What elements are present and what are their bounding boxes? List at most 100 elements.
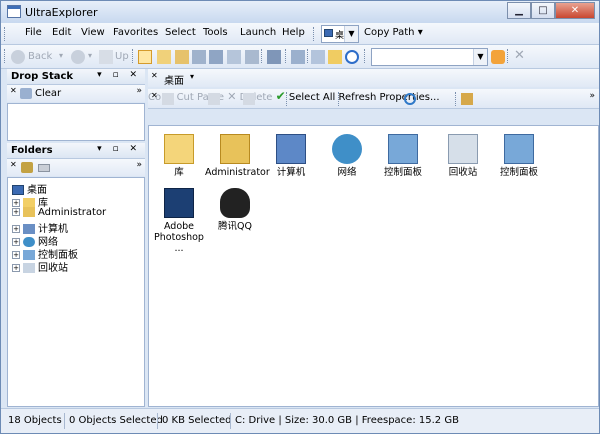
select-all-button[interactable]: Select All bbox=[289, 92, 335, 103]
file-item[interactable]: 网络 bbox=[317, 134, 377, 178]
open-folder-icon[interactable] bbox=[328, 50, 342, 64]
toolbar-overflow-icon[interactable]: » bbox=[136, 160, 142, 170]
file-item[interactable]: 控制面板 bbox=[489, 134, 549, 178]
folders-panel: Folders ▾ ▫ ✕ ✕ » 桌面 + 库 + Administrator +… bbox=[7, 143, 145, 407]
control-panel-icon bbox=[388, 134, 418, 164]
filmstrip-view-icon[interactable] bbox=[245, 50, 259, 64]
drive-icon[interactable] bbox=[38, 164, 50, 172]
file-item[interactable]: Adobe Photoshop ... bbox=[149, 188, 209, 254]
close-button[interactable]: ✕ bbox=[555, 2, 595, 19]
toolbar-close-icon[interactable]: ✕ bbox=[151, 71, 158, 80]
status-size-selected: 0 KB Selected bbox=[162, 415, 232, 426]
folder-tree-icon[interactable] bbox=[21, 162, 33, 173]
status-drive: C: Drive | Size: 30.0 GB | Freespace: 15… bbox=[235, 415, 459, 426]
list-view-icon[interactable] bbox=[175, 50, 189, 64]
folders-pane-icon[interactable] bbox=[291, 50, 305, 64]
tree-item[interactable]: + Administrator bbox=[12, 207, 106, 220]
expand-icon[interactable]: + bbox=[12, 225, 20, 233]
library-icon bbox=[164, 134, 194, 164]
delete-icon: ✕ bbox=[227, 90, 237, 103]
address-combo[interactable]: ▼ bbox=[371, 48, 488, 66]
refresh-button[interactable]: Refresh bbox=[339, 92, 377, 103]
desktop-icon bbox=[324, 29, 333, 37]
toolbar-close-icon[interactable]: ✕ bbox=[10, 86, 17, 95]
chevron-down-icon[interactable]: ▼ bbox=[344, 26, 358, 42]
action-toolbar: ✕ Copy Cut Paste ✕ Delete ✔ Select All R… bbox=[148, 89, 599, 109]
user-folder-icon bbox=[220, 134, 250, 164]
chevron-down-icon[interactable]: ▼ bbox=[473, 49, 487, 65]
grip-icon bbox=[286, 92, 289, 106]
grip-icon bbox=[507, 49, 510, 63]
breadcrumb-location[interactable]: 桌面 bbox=[164, 72, 184, 87]
menu-tools[interactable]: Tools bbox=[203, 27, 228, 38]
menu-view[interactable]: View bbox=[81, 27, 105, 38]
title-bar[interactable]: UltraExplorer ▁ □ ✕ bbox=[1, 1, 599, 23]
expand-icon[interactable]: + bbox=[12, 199, 20, 207]
expand-icon[interactable]: + bbox=[12, 208, 20, 216]
toolbar-overflow-icon[interactable]: » bbox=[589, 91, 595, 101]
location-combo[interactable]: 桌面 ▼ bbox=[321, 25, 359, 43]
minimize-button[interactable]: ▁ bbox=[507, 2, 531, 19]
menu-bar: File Edit View Favorites Select Tools La… bbox=[1, 23, 599, 45]
up-button[interactable]: Up bbox=[115, 51, 129, 62]
tree-item-desktop[interactable]: 桌面 bbox=[12, 181, 47, 196]
menu-file[interactable]: File bbox=[25, 27, 42, 38]
app-icon bbox=[7, 5, 21, 18]
properties-icon bbox=[461, 93, 473, 105]
cut-icon bbox=[208, 93, 220, 105]
tiles-view-icon[interactable] bbox=[209, 50, 223, 64]
panel-controls[interactable]: ▾ ▫ ✕ bbox=[97, 144, 141, 154]
forward-arrow-icon[interactable] bbox=[71, 50, 85, 64]
close-icon[interactable]: ✕ bbox=[514, 48, 525, 63]
toolbar-overflow-icon[interactable]: » bbox=[136, 86, 142, 96]
menu-edit[interactable]: Edit bbox=[52, 27, 71, 38]
thumbnails-view-icon[interactable] bbox=[227, 50, 241, 64]
expand-icon[interactable]: + bbox=[12, 251, 20, 259]
recycle-bin-icon bbox=[448, 134, 478, 164]
grip-icon[interactable] bbox=[4, 49, 7, 63]
forward-dropdown[interactable]: ▾ bbox=[88, 51, 92, 60]
back-button[interactable]: Back bbox=[28, 51, 52, 62]
large-icons-view-icon[interactable] bbox=[138, 50, 152, 64]
drop-stack-list[interactable] bbox=[7, 103, 145, 141]
content-pane: ✕ 桌面 ▾ ✕ Copy Cut Paste ✕ Delete ✔ Selec… bbox=[148, 69, 599, 407]
menu-launch[interactable]: Launch bbox=[240, 27, 276, 38]
menu-favorites[interactable]: Favorites bbox=[113, 27, 158, 38]
file-item[interactable]: 计算机 bbox=[261, 134, 321, 178]
tree-item[interactable]: + 库 bbox=[12, 194, 48, 209]
expand-icon[interactable]: + bbox=[12, 238, 20, 246]
file-grid[interactable]: 库 Administrator 计算机 网络 控制面板 回收站 控制面板 Ado… bbox=[148, 125, 599, 407]
file-item[interactable]: 控制面板 bbox=[373, 134, 433, 178]
network-drive-icon[interactable] bbox=[311, 50, 325, 64]
tree-item[interactable]: + 控制面板 bbox=[12, 246, 78, 261]
file-item[interactable]: 库 bbox=[149, 134, 209, 178]
file-item[interactable]: Administrator bbox=[205, 134, 270, 178]
details-view-icon[interactable] bbox=[192, 50, 206, 64]
status-selected: 0 Objects Selected bbox=[69, 415, 163, 426]
maximize-button[interactable]: □ bbox=[531, 2, 555, 19]
menu-help[interactable]: Help bbox=[282, 27, 305, 38]
search-icon[interactable] bbox=[345, 50, 359, 64]
status-bar: 18 Objects 0 Objects Selected 0 KB Selec… bbox=[1, 408, 599, 433]
grip-icon[interactable] bbox=[313, 27, 316, 41]
copy-path-menu[interactable]: Copy Path ▾ bbox=[364, 27, 423, 38]
cut-button[interactable]: Cut bbox=[177, 92, 194, 103]
file-item[interactable]: 回收站 bbox=[433, 134, 493, 178]
pane-toggle-icon[interactable] bbox=[267, 50, 281, 64]
small-icons-view-icon[interactable] bbox=[157, 50, 171, 64]
toolbar-close-icon[interactable]: ✕ bbox=[151, 91, 158, 100]
go-icon[interactable] bbox=[491, 50, 505, 64]
tree-item[interactable]: + 回收站 bbox=[12, 259, 68, 274]
menu-select[interactable]: Select bbox=[165, 27, 196, 38]
grip-icon[interactable] bbox=[4, 27, 7, 41]
tree-item[interactable]: + 网络 bbox=[12, 233, 58, 248]
file-item[interactable]: 腾讯QQ bbox=[205, 188, 265, 232]
tree-item[interactable]: + 计算机 bbox=[12, 220, 68, 235]
chevron-down-icon[interactable]: ▾ bbox=[190, 72, 194, 81]
toolbar-close-icon[interactable]: ✕ bbox=[10, 160, 17, 169]
back-arrow-icon[interactable] bbox=[11, 50, 25, 64]
panel-controls[interactable]: ▾ ▫ ✕ bbox=[97, 70, 141, 80]
clear-button[interactable]: Clear bbox=[35, 88, 61, 99]
expand-icon[interactable]: + bbox=[12, 264, 20, 272]
back-dropdown[interactable]: ▾ bbox=[59, 51, 63, 60]
